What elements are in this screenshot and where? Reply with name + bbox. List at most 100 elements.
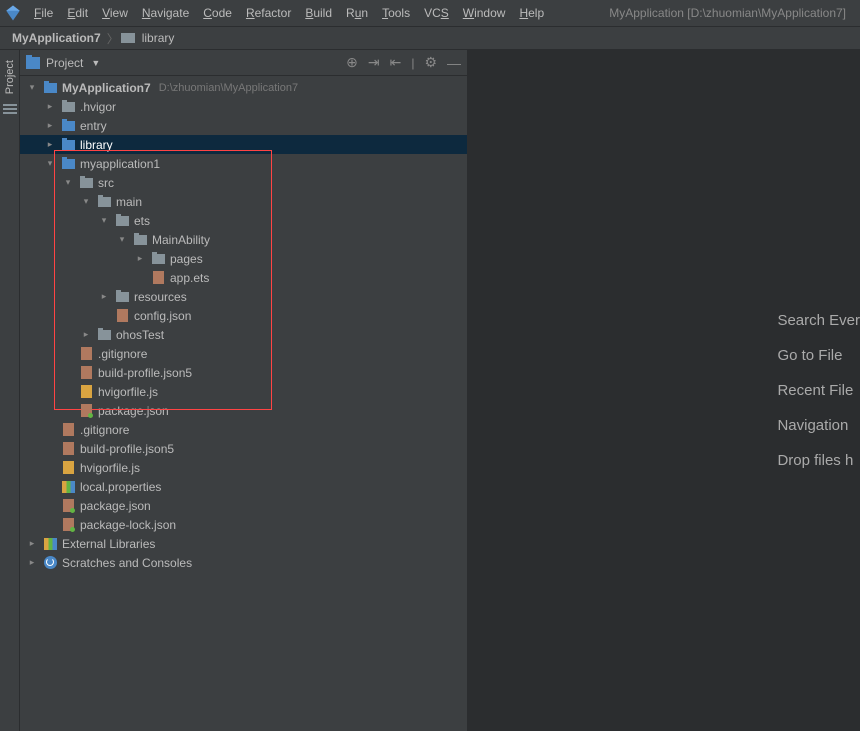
project-tree[interactable]: ▾ MyApplication7 D:\zhuomian\MyApplicati…: [20, 76, 467, 731]
chevron-right-icon[interactable]: ▸: [44, 101, 56, 113]
collapse-all-icon[interactable]: ⇤: [390, 54, 402, 71]
tree-label: entry: [80, 119, 107, 133]
breadcrumb-item[interactable]: library: [138, 31, 179, 45]
tree-label: config.json: [134, 309, 191, 323]
folder-icon: [116, 216, 129, 226]
chevron-right-icon[interactable]: ▸: [44, 120, 56, 132]
chevron-right-icon[interactable]: ▸: [26, 538, 38, 550]
tree-label: src: [98, 176, 114, 190]
folder-icon: [116, 292, 129, 302]
tree-file-hvigorfile-root[interactable]: hvigorfile.js: [20, 458, 467, 477]
tree-label: build-profile.json5: [98, 366, 192, 380]
menu-vcs[interactable]: VCS: [418, 3, 455, 23]
tree-file-hvigorfile[interactable]: hvigorfile.js: [20, 382, 467, 401]
chevron-down-icon[interactable]: ▾: [44, 158, 56, 170]
tree-label: hvigorfile.js: [98, 385, 158, 399]
dropdown-icon[interactable]: ▼: [91, 58, 100, 68]
chevron-right-icon[interactable]: ▸: [44, 139, 56, 151]
menu-refactor[interactable]: Refactor: [240, 3, 297, 23]
tree-scratches[interactable]: ▸ Scratches and Consoles: [20, 553, 467, 572]
folder-icon: [121, 33, 135, 43]
module-icon: [62, 140, 75, 150]
hide-icon[interactable]: —: [447, 55, 461, 71]
chevron-down-icon[interactable]: ▾: [98, 215, 110, 227]
breadcrumb-root[interactable]: MyApplication7: [8, 31, 105, 45]
app-logo-icon: [4, 4, 22, 22]
tree-folder-pages[interactable]: ▸ pages: [20, 249, 467, 268]
menu-navigate[interactable]: Navigate: [136, 3, 195, 23]
tree-label: main: [116, 195, 142, 209]
tree-label: build-profile.json5: [80, 442, 174, 456]
tree-label: app.ets: [170, 271, 209, 285]
tree-label: Scratches and Consoles: [62, 556, 192, 570]
chevron-right-icon[interactable]: ▸: [98, 291, 110, 303]
tree-folder-main[interactable]: ▾ main: [20, 192, 467, 211]
menu-tools[interactable]: Tools: [376, 3, 416, 23]
locate-icon[interactable]: ⊕: [346, 54, 358, 71]
left-tab-project[interactable]: Project: [2, 54, 18, 100]
module-icon: [62, 121, 75, 131]
chevron-right-icon[interactable]: ▸: [26, 557, 38, 569]
npm-icon: [63, 518, 74, 531]
menu-edit[interactable]: Edit: [61, 3, 94, 23]
tree-file-gitignore[interactable]: .gitignore: [20, 344, 467, 363]
tree-folder-myapplication1[interactable]: ▾ myapplication1: [20, 154, 467, 173]
tree-external-libraries[interactable]: ▸ External Libraries: [20, 534, 467, 553]
tree-file-buildprofile-root[interactable]: build-profile.json5: [20, 439, 467, 458]
chevron-right-icon[interactable]: ▸: [134, 253, 146, 265]
tree-file-configjson[interactable]: config.json: [20, 306, 467, 325]
menu-window[interactable]: Window: [457, 3, 512, 23]
json-icon: [117, 309, 128, 322]
tree-folder-ohostest[interactable]: ▸ ohosTest: [20, 325, 467, 344]
menu-view[interactable]: View: [96, 3, 134, 23]
tree-label: External Libraries: [62, 537, 155, 551]
folder-icon: [62, 102, 75, 112]
panel-title[interactable]: Project: [46, 56, 83, 70]
menu-help[interactable]: Help: [513, 3, 550, 23]
tree-folder-resources[interactable]: ▸ resources: [20, 287, 467, 306]
gear-icon[interactable]: ⚙: [424, 54, 437, 71]
project-view-icon: [26, 57, 40, 69]
tree-label: ohosTest: [116, 328, 164, 342]
expand-all-icon[interactable]: ⇥: [368, 54, 380, 71]
menu-file[interactable]: File: [28, 3, 59, 23]
tree-root[interactable]: ▾ MyApplication7 D:\zhuomian\MyApplicati…: [20, 78, 467, 97]
menu-build[interactable]: Build: [299, 3, 338, 23]
tree-folder-mainability[interactable]: ▾ MainAbility: [20, 230, 467, 249]
editor-area: Search Ever Go to File Recent File Navig…: [468, 50, 860, 731]
tree-folder-library[interactable]: ▸ library: [20, 135, 467, 154]
scratch-icon: [44, 556, 57, 569]
hint-goto: Go to File: [777, 347, 860, 364]
chevron-right-icon[interactable]: ▸: [80, 329, 92, 341]
tree-folder-hvigor[interactable]: ▸ .hvigor: [20, 97, 467, 116]
chevron-down-icon[interactable]: ▾: [80, 196, 92, 208]
menu-run[interactable]: Run: [340, 3, 374, 23]
tree-folder-src[interactable]: ▾ src: [20, 173, 467, 192]
menu-code[interactable]: Code: [197, 3, 238, 23]
chevron-right-icon: 〉: [107, 30, 119, 47]
chevron-down-icon[interactable]: ▾: [116, 234, 128, 246]
tree-file-buildprofile[interactable]: build-profile.json5: [20, 363, 467, 382]
chevron-down-icon[interactable]: ▾: [62, 177, 74, 189]
tree-file-gitignore-root[interactable]: .gitignore: [20, 420, 467, 439]
hint-search: Search Ever: [777, 312, 860, 329]
tree-label: pages: [170, 252, 203, 266]
chevron-down-icon[interactable]: ▾: [26, 82, 38, 94]
tree-label: package.json: [80, 499, 151, 513]
tree-file-localprops[interactable]: local.properties: [20, 477, 467, 496]
left-tool-strip[interactable]: Project: [0, 50, 20, 731]
tree-label: resources: [134, 290, 187, 304]
tree-file-packagelock-root[interactable]: package-lock.json: [20, 515, 467, 534]
tree-file-packagejson-root[interactable]: package.json: [20, 496, 467, 515]
menubar: File Edit View Navigate Code Refactor Bu…: [0, 0, 860, 26]
welcome-hints: Search Ever Go to File Recent File Navig…: [777, 312, 860, 469]
tree-folder-entry[interactable]: ▸ entry: [20, 116, 467, 135]
tree-file-appets[interactable]: app.ets: [20, 268, 467, 287]
tree-file-packagejson[interactable]: package.json: [20, 401, 467, 420]
folder-icon: [80, 178, 93, 188]
tree-label: .gitignore: [98, 347, 147, 361]
npm-icon: [63, 499, 74, 512]
properties-icon: [62, 481, 75, 493]
js-icon: [63, 461, 74, 474]
tree-folder-ets[interactable]: ▾ ets: [20, 211, 467, 230]
